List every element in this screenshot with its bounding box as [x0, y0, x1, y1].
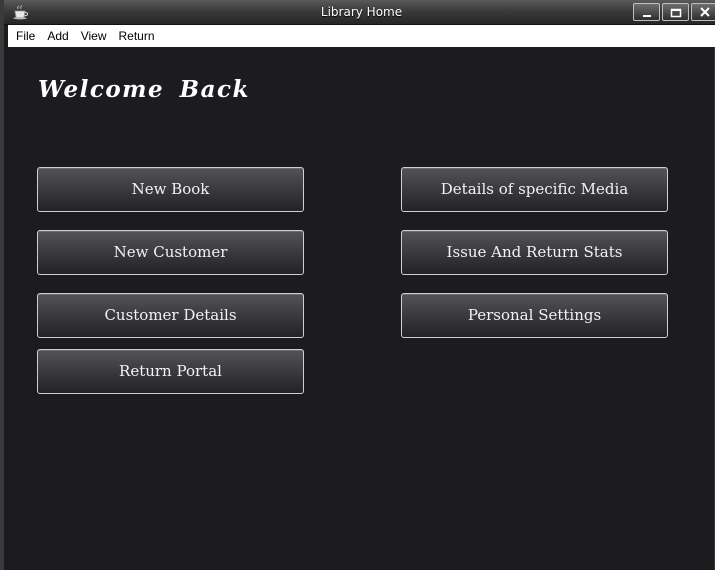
welcome-heading: Welcome Back	[38, 76, 250, 103]
new-customer-button[interactable]: New Customer	[37, 230, 304, 275]
menu-file[interactable]: File	[12, 29, 39, 43]
minimize-icon	[641, 3, 653, 22]
menu-view[interactable]: View	[77, 29, 111, 43]
menu-bar: File Add View Return	[8, 25, 715, 47]
close-button[interactable]	[691, 3, 715, 21]
app-window: Library Home File Add View Return Welcom…	[0, 0, 715, 570]
issue-return-stats-button[interactable]: Issue And Return Stats	[401, 230, 668, 275]
maximize-icon	[670, 3, 682, 22]
new-book-button[interactable]: New Book	[37, 167, 304, 212]
maximize-button[interactable]	[662, 3, 689, 21]
window-title: Library Home	[320, 5, 403, 19]
minimize-button[interactable]	[633, 3, 660, 21]
customer-details-button[interactable]: Customer Details	[37, 293, 304, 338]
media-details-button[interactable]: Details of specific Media	[401, 167, 668, 212]
personal-settings-button[interactable]: Personal Settings	[401, 293, 668, 338]
return-portal-button[interactable]: Return Portal	[37, 349, 304, 394]
title-bar[interactable]: Library Home	[4, 0, 715, 25]
menu-add[interactable]: Add	[43, 29, 72, 43]
menu-return[interactable]: Return	[115, 29, 159, 43]
close-icon	[699, 3, 711, 22]
